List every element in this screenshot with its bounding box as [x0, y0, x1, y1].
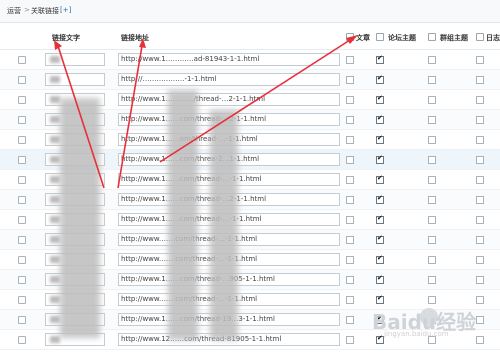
arrow-to-link-text — [57, 45, 105, 189]
arrow-head — [139, 38, 146, 48]
arrow-head — [346, 35, 358, 44]
arrow-to-link-url — [117, 45, 143, 189]
annotation-arrows — [54, 35, 358, 189]
arrow-to-article — [159, 39, 351, 163]
watermark-sub: jingyan.baidu.com — [384, 330, 449, 338]
